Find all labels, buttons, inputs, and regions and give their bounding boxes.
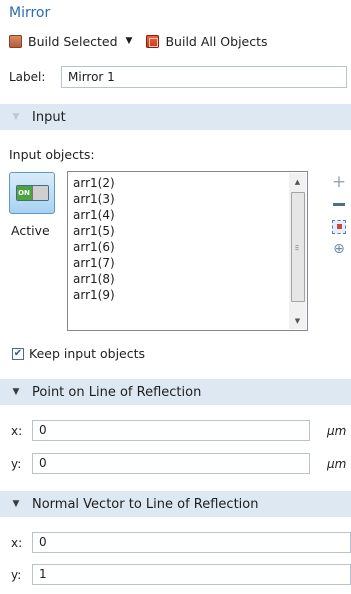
- list-scrollbar[interactable]: ▲ – – – ▼: [289, 173, 306, 329]
- build-all-icon: [146, 34, 160, 48]
- collapse-arrow-icon: ▼: [12, 112, 20, 122]
- add-icon[interactable]: +: [329, 172, 349, 192]
- scroll-up-icon[interactable]: ▲: [289, 173, 306, 190]
- active-label: Active: [11, 223, 50, 238]
- scroll-grip-icon: – – –: [295, 241, 299, 254]
- list-item[interactable]: arr1(5): [73, 223, 115, 239]
- keep-input-checkbox[interactable]: ✔: [12, 347, 24, 360]
- panel-title: Mirror: [9, 5, 51, 21]
- point-y-label: y:: [11, 457, 22, 471]
- normal-section-title: Normal Vector to Line of Reflection: [32, 496, 259, 512]
- list-item[interactable]: arr1(3): [73, 191, 115, 207]
- build-dropdown-arrow-icon[interactable]: ▼: [126, 36, 133, 46]
- normal-section-header[interactable]: ▼ Normal Vector to Line of Reflection: [0, 491, 351, 517]
- collapse-arrow-icon: ▼: [12, 499, 20, 509]
- point-x-label: x:: [11, 424, 23, 438]
- active-toggle-button[interactable]: ON: [9, 172, 55, 214]
- list-items: arr1(2) arr1(3) arr1(4) arr1(5) arr1(6) …: [73, 175, 115, 303]
- point-y-input[interactable]: 0: [32, 453, 310, 474]
- normal-y-input[interactable]: 1: [32, 564, 351, 585]
- point-x-unit: µm: [327, 424, 347, 438]
- point-y-unit: µm: [327, 457, 347, 471]
- keep-input-label: Keep input objects: [29, 346, 146, 361]
- input-objects-list[interactable]: arr1(2) arr1(3) arr1(4) arr1(5) arr1(6) …: [67, 171, 308, 331]
- normal-x-label: x:: [11, 536, 23, 550]
- label-field-label: Label:: [9, 70, 46, 84]
- input-objects-label: Input objects:: [9, 147, 95, 162]
- label-input[interactable]: Mirror 1: [61, 66, 347, 88]
- scroll-thumb[interactable]: – – –: [291, 192, 305, 302]
- input-section-title: Input: [32, 109, 66, 125]
- zoom-selection-icon[interactable]: ⊕: [329, 239, 349, 259]
- build-all-objects-button[interactable]: Build All Objects: [146, 33, 268, 49]
- list-item[interactable]: arr1(4): [73, 207, 115, 223]
- toggle-on-text: ON: [16, 186, 32, 200]
- build-all-label: Build All Objects: [165, 33, 268, 49]
- input-section-header[interactable]: ▼ Input: [0, 104, 351, 130]
- remove-icon[interactable]: [329, 194, 349, 214]
- collapse-arrow-icon: ▼: [12, 387, 20, 397]
- toggle-switch-icon: ON: [15, 185, 49, 201]
- build-selected-icon: [9, 34, 22, 48]
- select-icon[interactable]: [329, 217, 349, 237]
- scroll-down-icon[interactable]: ▼: [289, 312, 306, 329]
- list-item[interactable]: arr1(9): [73, 287, 115, 303]
- list-item[interactable]: arr1(6): [73, 239, 115, 255]
- point-section-title: Point on Line of Reflection: [32, 384, 202, 400]
- build-selected-button[interactable]: Build Selected: [9, 34, 118, 49]
- point-x-input[interactable]: 0: [32, 420, 310, 441]
- normal-y-label: y:: [11, 568, 22, 582]
- build-selected-label: Build Selected: [28, 33, 118, 49]
- normal-x-input[interactable]: 0: [32, 532, 351, 553]
- list-item[interactable]: arr1(7): [73, 255, 115, 271]
- point-section-header[interactable]: ▼ Point on Line of Reflection: [0, 379, 351, 405]
- keep-input-row[interactable]: ✔ Keep input objects: [12, 346, 145, 361]
- list-item[interactable]: arr1(2): [73, 175, 115, 191]
- list-item[interactable]: arr1(8): [73, 271, 115, 287]
- toggle-knob: [31, 186, 48, 200]
- build-toolbar: Build Selected ▼ Build All Objects: [9, 31, 268, 51]
